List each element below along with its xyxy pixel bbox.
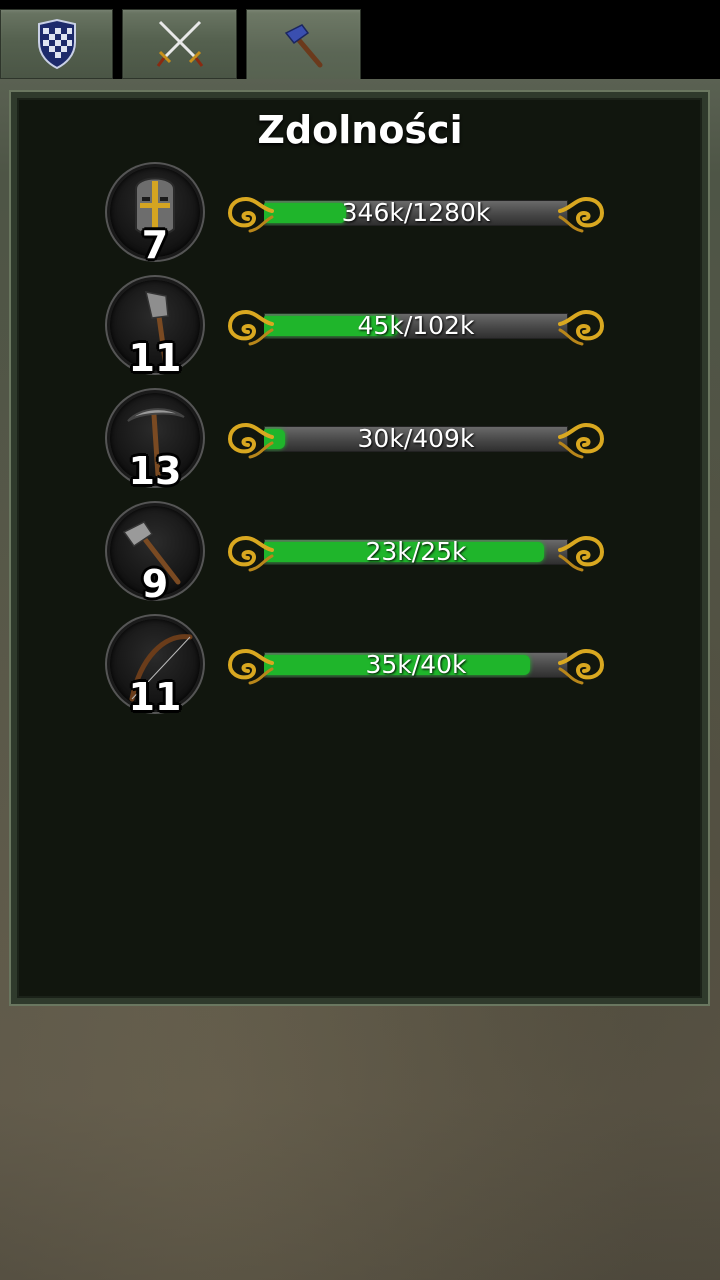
skill-level: 11 (128, 675, 182, 719)
skill-progress-bar: 45k/102k (226, 304, 606, 348)
tab-combat[interactable] (122, 9, 237, 79)
progress-text: 35k/40k (365, 650, 467, 679)
page-title: Zdolności (257, 108, 463, 152)
progress-text: 30k/409k (357, 424, 475, 453)
progress-text: 45k/102k (357, 311, 475, 340)
progress-text: 23k/25k (365, 537, 467, 566)
skill-level: 9 (141, 562, 169, 606)
tab-skills[interactable] (246, 9, 361, 89)
skill-progress-bar: 30k/409k (226, 417, 606, 461)
hammer-icon (276, 21, 332, 77)
skill-level: 11 (128, 336, 182, 380)
shield-icon (35, 18, 79, 70)
progress-text: 346k/1280k (341, 198, 491, 227)
skill-progress-bar: 35k/40k (226, 643, 606, 687)
skill-progress-bar: 346k/1280k (226, 191, 606, 235)
crossed-swords-icon (152, 16, 208, 72)
skill-progress-bar: 23k/25k (226, 530, 606, 574)
skill-level: 13 (128, 449, 182, 493)
skill-level: 7 (141, 223, 169, 267)
tab-shield[interactable] (0, 9, 113, 79)
